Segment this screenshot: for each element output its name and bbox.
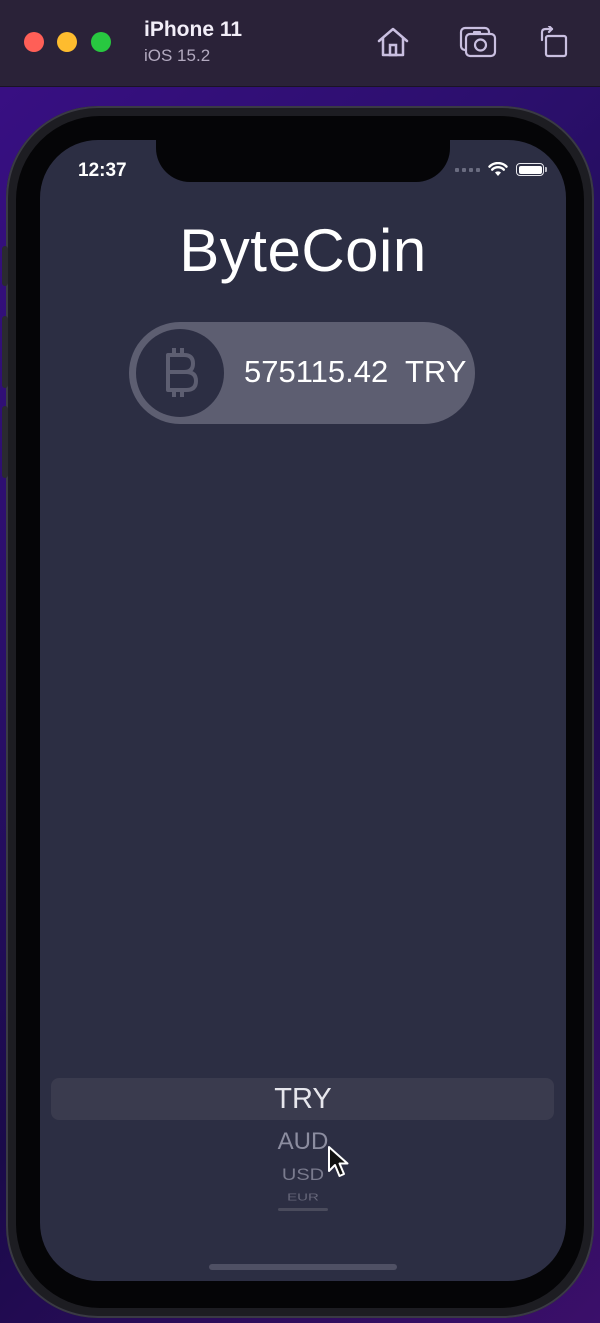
picker-option[interactable]: USD [40,1166,566,1186]
home-indicator[interactable] [209,1264,397,1270]
screenshot-icon [459,26,497,58]
signal-icon [455,167,480,172]
volume-down-button [2,406,8,478]
picker-option[interactable]: EUR [40,1192,566,1204]
battery-icon [516,163,547,176]
app-title: ByteCoin [179,217,427,284]
mouse-cursor-icon [328,1146,349,1177]
rate-value: 575115.42 [244,354,389,389]
wifi-icon [488,162,508,176]
status-icons [455,162,547,177]
app-screen: 12:37 ByteCoin 575115.42 TRY TRY AUD USD… [40,140,566,1281]
coin-badge [136,329,224,417]
status-time: 12:37 [78,160,127,181]
rate-currency: TRY [405,354,467,389]
zoom-window-button[interactable] [91,32,111,52]
minimize-window-button[interactable] [57,32,77,52]
rotate-icon [540,26,568,58]
rotate-button[interactable] [532,20,576,64]
simulator-titlebar: iPhone 11 iOS 15.2 [0,0,600,87]
mute-switch [2,246,8,286]
picker-option-faded[interactable] [278,1208,328,1211]
os-version: iOS 15.2 [144,46,211,65]
bitcoin-icon [166,348,198,397]
screenshot-button[interactable] [456,20,500,64]
notch [156,140,450,182]
picker-option[interactable]: AUD [40,1128,566,1156]
rate-display: 575115.42 TRY [129,322,475,424]
volume-up-button [2,316,8,388]
picker-option-selected[interactable]: TRY [40,1083,566,1116]
home-button[interactable] [371,20,415,64]
home-icon [377,27,409,57]
close-window-button[interactable] [24,32,44,52]
device-name: iPhone 11 [144,18,243,41]
